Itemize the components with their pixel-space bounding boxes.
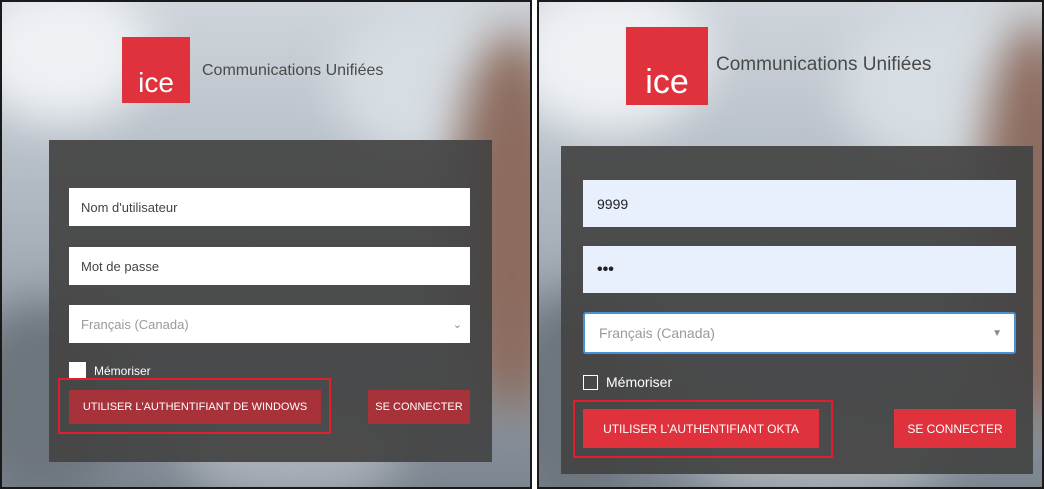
language-selected: Français (Canada) xyxy=(81,316,189,332)
username-field[interactable]: Nom d'utilisateur xyxy=(69,188,470,226)
language-select[interactable]: Français (Canada) ▼ xyxy=(583,312,1016,354)
remember-row: Mémoriser xyxy=(583,374,672,390)
brand-title: Communications Unifiées xyxy=(202,62,384,79)
brand-title: Communications Unifiées xyxy=(716,54,932,75)
caret-down-icon: ▼ xyxy=(992,327,1002,339)
highlight-box xyxy=(58,378,331,434)
remember-label: Mémoriser xyxy=(606,374,673,390)
password-placeholder: Mot de passe xyxy=(81,258,160,274)
password-value: ••• xyxy=(597,260,614,278)
language-selected: Français (Canada) xyxy=(599,325,715,341)
username-field[interactable]: 9999 xyxy=(583,180,1016,227)
remember-checkbox[interactable] xyxy=(69,362,86,379)
login-screen-windows: ice Communications Unifiées Nom d'utilis… xyxy=(0,0,532,489)
language-select[interactable]: Français (Canada) ⌄ xyxy=(69,305,470,343)
chevron-down-icon: ⌄ xyxy=(452,318,462,331)
login-screen-okta: ice Communications Unifiées 9999 ••• Fra… xyxy=(537,0,1044,489)
connect-button[interactable]: SE CONNECTER xyxy=(368,390,470,424)
connect-label: SE CONNECTER xyxy=(907,421,1003,436)
password-field[interactable]: Mot de passe xyxy=(69,247,470,285)
username-placeholder: Nom d'utilisateur xyxy=(81,199,178,215)
remember-label: Mémoriser xyxy=(94,363,151,378)
ice-logo: ice xyxy=(122,37,190,103)
logo-text: ice xyxy=(645,63,689,101)
username-value: 9999 xyxy=(597,195,629,212)
ice-logo: ice xyxy=(626,27,708,105)
password-field[interactable]: ••• xyxy=(583,246,1016,293)
highlight-box xyxy=(573,400,833,458)
connect-label: SE CONNECTER xyxy=(375,401,463,413)
remember-checkbox[interactable] xyxy=(583,374,598,390)
logo-text: ice xyxy=(138,67,174,98)
connect-button[interactable]: SE CONNECTER xyxy=(894,409,1016,448)
remember-row: Mémoriser xyxy=(69,362,151,379)
